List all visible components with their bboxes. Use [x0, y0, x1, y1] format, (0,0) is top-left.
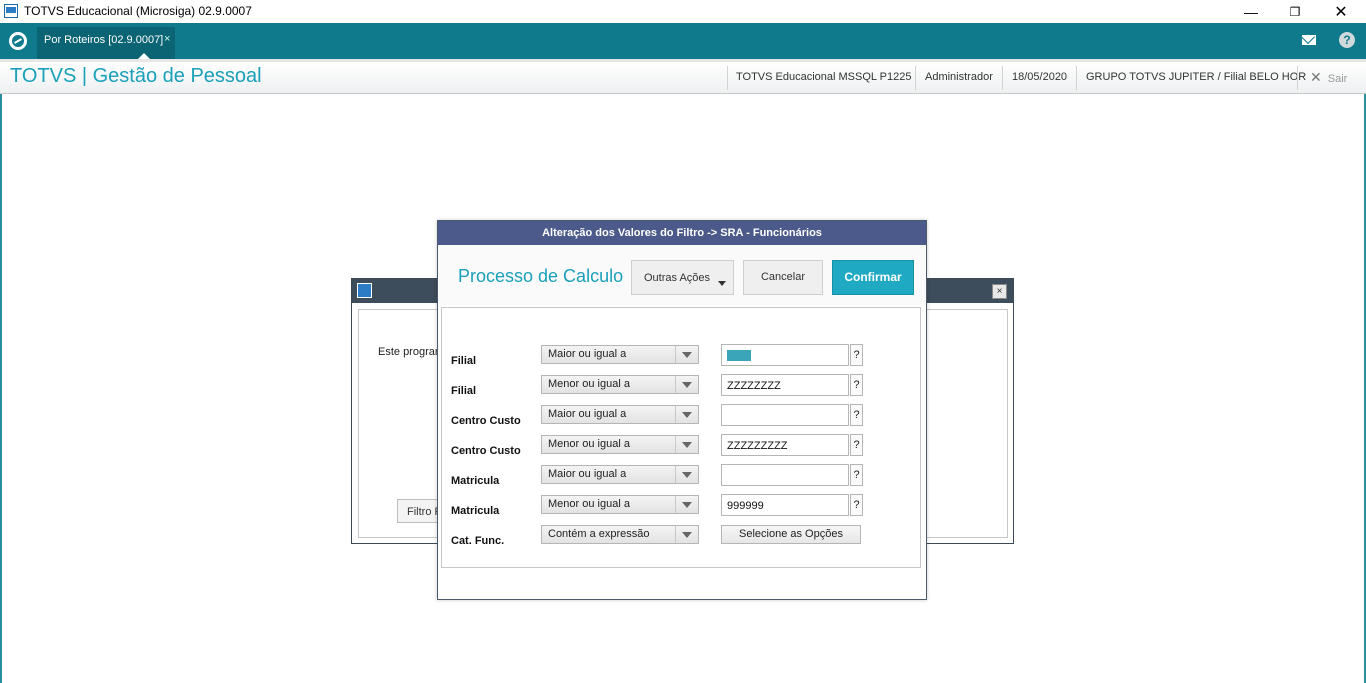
operator-select[interactable]: Contém a expressão — [541, 525, 699, 544]
filter-value-input[interactable]: ZZZZZZZZZ — [721, 434, 849, 456]
select-options-button[interactable]: Selecione as Opções — [721, 525, 861, 544]
operator-select[interactable]: Menor ou igual a — [541, 435, 699, 454]
operator-value: Maior ou igual a — [548, 468, 627, 480]
lookup-button[interactable]: ? — [850, 344, 863, 366]
close-icon: ✕ — [1310, 69, 1322, 85]
minimize-button[interactable]: — — [1228, 0, 1274, 23]
window-title: TOTVS Educacional (Microsiga) 02.9.0007 — [24, 4, 252, 18]
operator-select[interactable]: Menor ou igual a — [541, 495, 699, 514]
background-dialog-close-button[interactable]: × — [992, 284, 1007, 299]
tab-bar: Por Roteiros [02.9.0007] × ? — [0, 23, 1366, 59]
other-actions-label: Outras Ações — [644, 272, 711, 284]
lookup-button[interactable]: ? — [850, 464, 863, 486]
dropdown-arrow-icon — [675, 466, 698, 483]
operator-value: Maior ou igual a — [548, 408, 627, 420]
header-divider — [727, 66, 728, 90]
close-window-button[interactable]: ✕ — [1318, 0, 1364, 23]
filter-value-input[interactable] — [721, 464, 849, 486]
filter-label: Cat. Func. — [451, 535, 505, 547]
mail-icon[interactable] — [1302, 35, 1316, 45]
lookup-button[interactable]: ? — [850, 374, 863, 396]
maximize-button[interactable]: ❐ — [1272, 0, 1318, 23]
filter-value-input[interactable]: 999999 — [721, 494, 849, 516]
filter-value-input[interactable] — [721, 404, 849, 426]
workspace-border-left — [0, 94, 2, 683]
operator-value: Contém a expressão — [548, 528, 650, 540]
dropdown-arrow-icon — [675, 526, 698, 543]
filter-value: ZZZZZZZZZ — [727, 440, 788, 452]
tab-label: Por Roteiros [02.9.0007] — [44, 34, 164, 46]
dropdown-arrow-icon — [675, 406, 698, 423]
operator-value: Maior ou igual a — [548, 348, 627, 360]
header-divider — [915, 66, 916, 90]
operator-select[interactable]: Maior ou igual a — [541, 405, 699, 424]
filter-value: ZZZZZZZZ — [727, 380, 781, 392]
user-info: Administrador — [925, 71, 993, 83]
value-highlight — [727, 350, 751, 361]
operator-value: Menor ou igual a — [548, 438, 630, 450]
filter-label: Matricula — [451, 475, 500, 487]
header-divider — [1002, 66, 1003, 90]
modal-heading: Processo de Calculo — [458, 266, 624, 286]
company-info: GRUPO TOTVS JUPITER / Filial BELO HOR — [1086, 71, 1307, 83]
dialog-window-icon — [357, 283, 372, 298]
window-title-bar: TOTVS Educacional (Microsiga) 02.9.0007 … — [0, 0, 1366, 23]
dropdown-arrow-icon — [675, 436, 698, 453]
filter-label: Filial — [451, 385, 477, 397]
confirm-button[interactable]: Confirmar — [832, 260, 914, 295]
lookup-button[interactable]: ? — [850, 404, 863, 426]
help-icon[interactable]: ? — [1339, 32, 1355, 48]
dropdown-arrow-icon — [675, 496, 698, 513]
operator-value: Menor ou igual a — [548, 378, 630, 390]
app-header: TOTVS | Gestão de Pessoal TOTVS Educacio… — [0, 59, 1366, 94]
operator-value: Menor ou igual a — [548, 498, 630, 510]
date-info: 18/05/2020 — [1012, 71, 1068, 83]
operator-select[interactable]: Maior ou igual a — [541, 345, 699, 364]
lookup-button[interactable]: ? — [850, 434, 863, 456]
background-dialog-text: Este progran — [378, 346, 441, 358]
modal-toolbar: Processo de Calculo Outras Ações Cancela… — [438, 245, 926, 305]
tab-close-icon[interactable]: × — [164, 33, 170, 45]
chevron-down-icon — [718, 281, 726, 286]
filter-value-input[interactable] — [721, 344, 849, 366]
filter-label: Matricula — [451, 505, 500, 517]
operator-select[interactable]: Menor ou igual a — [541, 375, 699, 394]
filter-form: Filial Maior ou igual a ? Filial Menor o… — [441, 307, 921, 568]
dropdown-arrow-icon — [675, 376, 698, 393]
tab-por-roteiros[interactable]: Por Roteiros [02.9.0007] × — [37, 27, 175, 59]
app-window-icon — [4, 4, 18, 18]
totvs-logo-icon[interactable] — [9, 32, 27, 50]
filter-value-input[interactable]: ZZZZZZZZ — [721, 374, 849, 396]
app-title: TOTVS | Gestão de Pessoal — [10, 65, 262, 87]
filter-label: Centro Custo — [451, 445, 521, 457]
other-actions-button[interactable]: Outras Ações — [631, 260, 734, 295]
cancel-button[interactable]: Cancelar — [743, 260, 823, 295]
header-divider — [1297, 66, 1298, 90]
lookup-button[interactable]: ? — [850, 494, 863, 516]
filter-label: Centro Custo — [451, 415, 521, 427]
modal-title: Alteração dos Valores do Filtro -> SRA -… — [438, 221, 926, 245]
exit-button[interactable]: ✕ Sair — [1310, 69, 1347, 86]
filter-values-modal: Alteração dos Valores do Filtro -> SRA -… — [437, 220, 927, 600]
header-divider — [1076, 66, 1077, 90]
dropdown-arrow-icon — [675, 346, 698, 363]
operator-select[interactable]: Maior ou igual a — [541, 465, 699, 484]
environment-info: TOTVS Educacional MSSQL P1225 — [736, 71, 912, 83]
exit-label: Sair — [1327, 73, 1348, 85]
filter-value: 999999 — [727, 500, 764, 512]
filter-label: Filial — [451, 355, 477, 367]
